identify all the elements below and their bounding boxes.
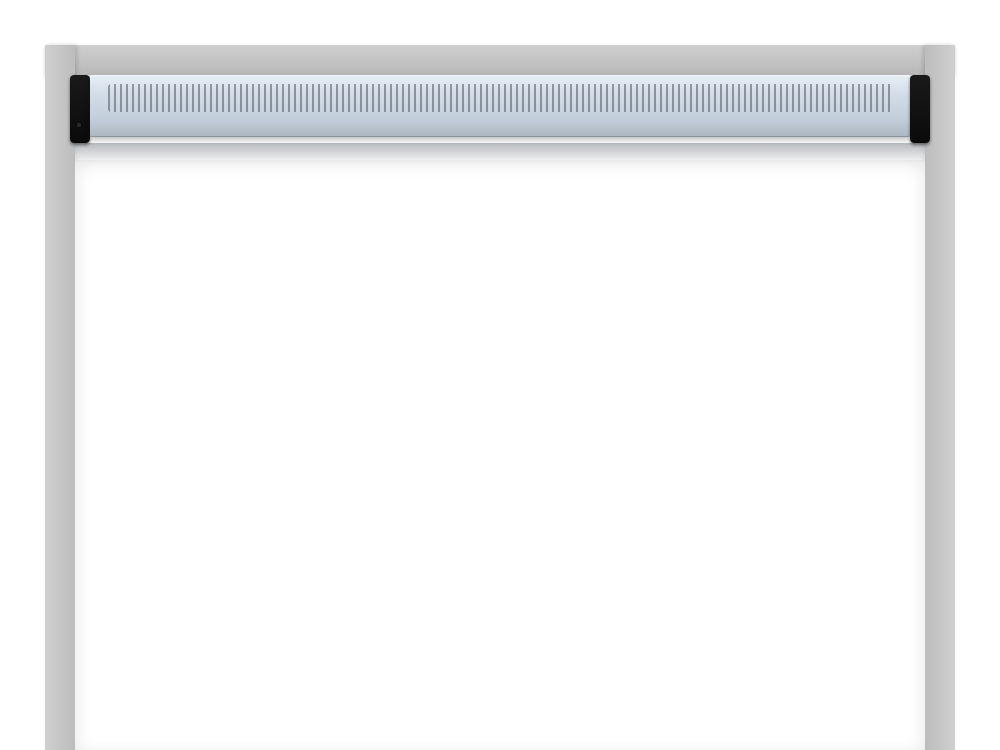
frame-left bbox=[45, 45, 75, 750]
lintel-shadow bbox=[75, 143, 925, 163]
frame-top bbox=[45, 45, 955, 75]
opening-area bbox=[75, 160, 925, 750]
frame-right bbox=[925, 45, 955, 750]
vent-grille bbox=[108, 84, 892, 112]
cassette-body bbox=[90, 75, 910, 137]
indicator-led-icon bbox=[77, 123, 81, 127]
end-cap-right bbox=[910, 75, 930, 143]
end-cap-left bbox=[70, 75, 90, 143]
cassette-assembly bbox=[70, 75, 930, 143]
product-render bbox=[0, 0, 1000, 750]
